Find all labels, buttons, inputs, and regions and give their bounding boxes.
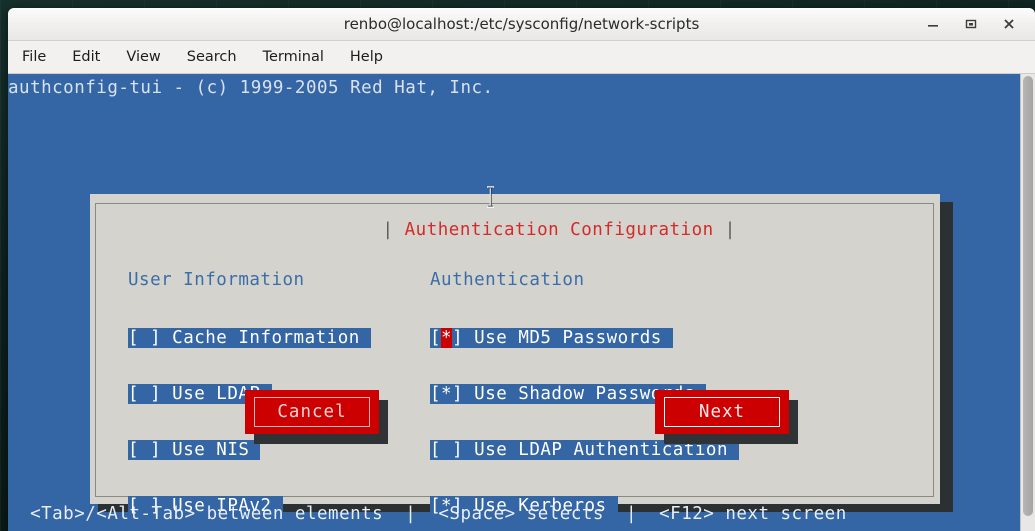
status-bar: <Tab>/<Alt-Tab> between elements | <Spac…: [8, 504, 847, 524]
cancel-button-label: Cancel: [277, 402, 347, 422]
minimize-icon[interactable]: [925, 16, 941, 32]
scrollbar-thumb[interactable]: [1023, 76, 1033, 516]
window-titlebar[interactable]: renbo@localhost:/etc/sysconfig/network-s…: [8, 8, 1035, 41]
close-icon[interactable]: [1001, 16, 1017, 32]
checkbox-use-md5-passwords[interactable]: [*] Use MD5 Passwords: [430, 328, 849, 348]
window-title: renbo@localhost:/etc/sysconfig/network-s…: [343, 15, 700, 33]
terminal-scrollbar[interactable]: [1020, 74, 1035, 531]
authentication-column: Authentication [*] Use MD5 Passwords [*]…: [430, 232, 849, 531]
terminal-window: renbo@localhost:/etc/sysconfig/network-s…: [8, 8, 1035, 531]
terminal-screen[interactable]: authconfig-tui - (c) 1999-2005 Red Hat, …: [8, 74, 1035, 531]
authconfig-banner: authconfig-tui - (c) 1999-2005 Red Hat, …: [8, 78, 494, 98]
mouse-ibeam-cursor: [486, 186, 495, 208]
authentication-heading: Authentication: [430, 270, 585, 290]
dialog-title: | Authentication Configuration |: [90, 200, 940, 260]
checkbox-label: Cache Information: [172, 328, 360, 348]
user-information-column: User Information [ ] Cache Information […: [128, 232, 371, 531]
dialog-title-text: Authentication Configuration: [404, 220, 714, 240]
next-button-wrapper: Next: [655, 390, 798, 444]
next-button[interactable]: Next: [655, 390, 789, 434]
menu-terminal[interactable]: Terminal: [263, 49, 324, 65]
checkbox-label: Use NIS: [172, 440, 250, 460]
authentication-configuration-dialog: | Authentication Configuration | User In…: [90, 194, 940, 516]
window-controls: [925, 8, 1029, 40]
menu-edit[interactable]: Edit: [72, 49, 100, 65]
checkbox-cache-information[interactable]: [ ] Cache Information: [128, 328, 371, 348]
text-cursor: *: [441, 328, 453, 348]
menu-file[interactable]: File: [22, 49, 46, 65]
cancel-button-wrapper: Cancel: [245, 390, 388, 444]
cancel-button[interactable]: Cancel: [245, 390, 379, 434]
menu-help[interactable]: Help: [350, 49, 383, 65]
menu-search[interactable]: Search: [187, 49, 237, 65]
next-button-label: Next: [698, 402, 746, 422]
menu-view[interactable]: View: [126, 49, 160, 65]
menubar: File Edit View Search Terminal Help: [8, 41, 1035, 74]
user-information-heading: User Information: [128, 270, 305, 290]
maximize-icon[interactable]: [963, 16, 979, 32]
checkbox-label: Use MD5 Passwords: [474, 328, 662, 348]
